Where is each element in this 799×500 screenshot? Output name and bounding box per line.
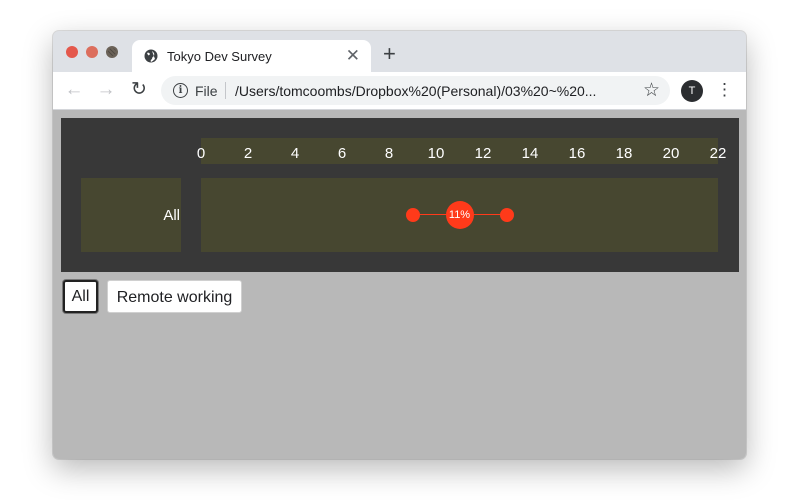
x-tick-label: 18 bbox=[615, 145, 633, 162]
x-tick-label: 20 bbox=[662, 145, 680, 162]
tab-close-icon[interactable]: ✕ bbox=[346, 46, 360, 66]
x-tick-label: 4 bbox=[290, 145, 300, 162]
menu-icon[interactable]: ⋮ bbox=[716, 79, 733, 101]
back-button[interactable]: ← bbox=[64, 80, 84, 100]
x-tick-label: 12 bbox=[474, 145, 492, 162]
browser-window: Tokyo Dev Survey ✕ + ← → ↻ i File /Users… bbox=[53, 31, 746, 459]
reload-button[interactable]: ↻ bbox=[129, 80, 149, 100]
row-label: All bbox=[163, 207, 180, 224]
bookmark-star-icon[interactable]: ☆ bbox=[643, 79, 660, 102]
address-bar[interactable]: i File /Users/tomcoombs/Dropbox%20(Perso… bbox=[161, 76, 670, 105]
x-axis-band bbox=[201, 138, 718, 164]
minimize-window-button[interactable] bbox=[86, 46, 98, 58]
filter-all-button[interactable]: All bbox=[63, 280, 98, 313]
x-tick-label: 10 bbox=[427, 145, 445, 162]
row-label-cell: All bbox=[81, 178, 181, 252]
info-icon[interactable]: i bbox=[173, 83, 188, 98]
tab-tokyo-dev-survey[interactable]: Tokyo Dev Survey ✕ bbox=[132, 40, 371, 72]
x-tick-label: 8 bbox=[384, 145, 394, 162]
low-point bbox=[405, 208, 420, 222]
new-tab-button[interactable]: + bbox=[383, 43, 396, 65]
browser-toolbar: ← → ↻ i File /Users/tomcoombs/Dropbox%20… bbox=[53, 72, 746, 110]
x-tick-label: 0 bbox=[196, 145, 206, 162]
x-tick-label: 14 bbox=[521, 145, 539, 162]
x-tick-label: 2 bbox=[243, 145, 253, 162]
x-tick-label: 16 bbox=[568, 145, 586, 162]
high-point bbox=[499, 208, 514, 222]
value-point: 11% bbox=[445, 201, 474, 229]
profile-avatar[interactable]: T bbox=[681, 80, 703, 102]
address-separator bbox=[225, 82, 226, 99]
url-text[interactable]: /Users/tomcoombs/Dropbox%20(Personal)/03… bbox=[235, 83, 596, 99]
filter-remote-working-button[interactable]: Remote working bbox=[107, 280, 242, 313]
x-tick-label: 22 bbox=[709, 145, 727, 162]
page-content: 0 2 4 6 8 10 12 14 16 18 20 22 All 11% All Remote w… bbox=[53, 110, 746, 459]
plot-area: 11% bbox=[201, 178, 718, 252]
chart-panel: 0 2 4 6 8 10 12 14 16 18 20 22 All 11% bbox=[61, 118, 739, 272]
x-tick-label: 6 bbox=[337, 145, 347, 162]
scheme-label: File bbox=[195, 83, 218, 99]
globe-icon bbox=[144, 49, 158, 63]
tab-title: Tokyo Dev Survey bbox=[167, 49, 272, 64]
close-window-button[interactable] bbox=[66, 46, 78, 58]
forward-button[interactable]: → bbox=[96, 80, 116, 100]
maximize-window-button[interactable] bbox=[106, 46, 118, 58]
